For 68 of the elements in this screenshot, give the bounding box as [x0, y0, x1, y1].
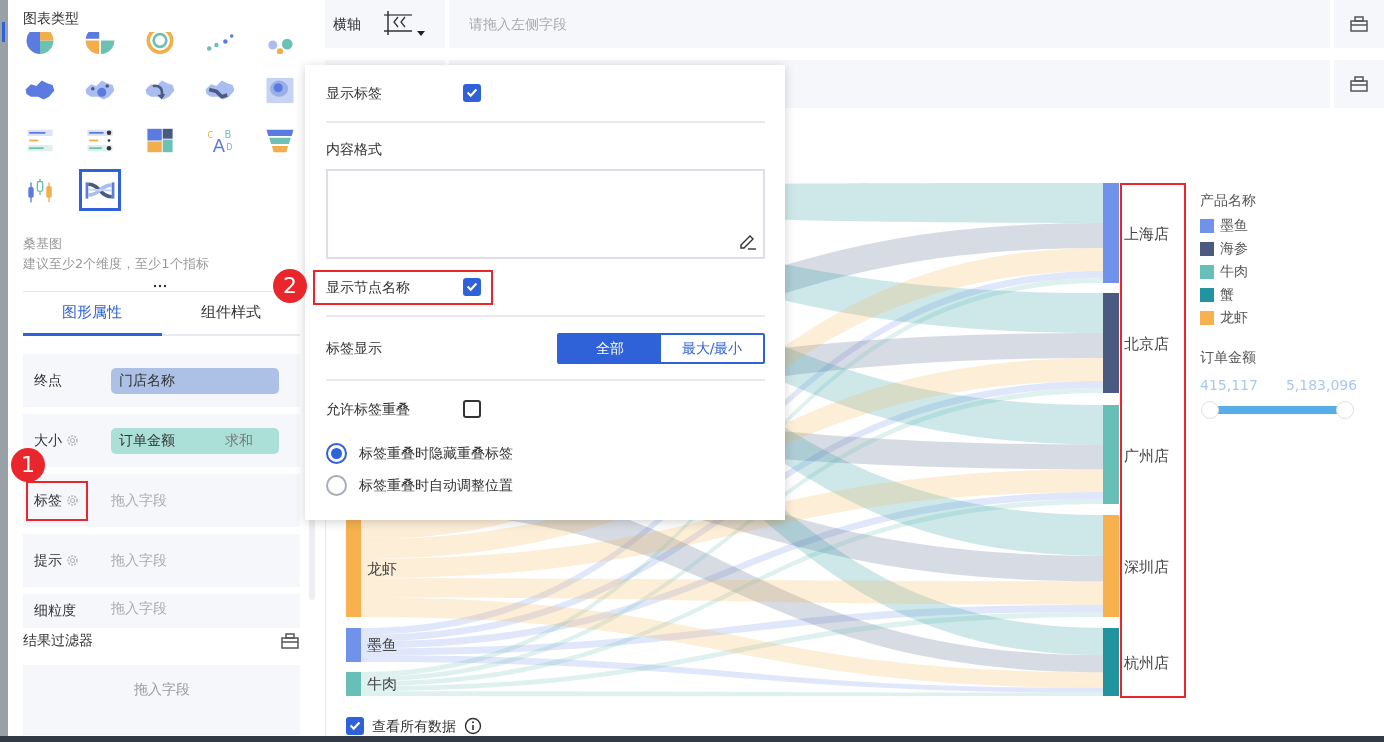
annotation-badge: 2 — [273, 268, 307, 303]
checkbox-label: 查看所有数据 — [372, 716, 456, 736]
legend-label[interactable]: 蟹 — [1220, 284, 1234, 305]
section-title: 图表类型 — [23, 9, 80, 28]
legend-label[interactable]: 龙虾 — [1220, 307, 1248, 328]
aggregation-label: 求和 — [225, 431, 253, 450]
node-label: 上海店 — [1124, 225, 1169, 243]
field-label: 标签 — [34, 491, 62, 510]
drop-placeholder: 拖入字段 — [111, 599, 167, 618]
toolbox-icon[interactable] — [280, 630, 300, 651]
chart-name: 桑基图 — [23, 235, 63, 253]
option-label: 显示节点名称 — [326, 277, 411, 297]
node-label: 广州店 — [1124, 446, 1169, 465]
drop-placeholder: 拖入字段 — [111, 551, 167, 570]
node-label: 牛肉 — [367, 675, 397, 693]
tab[interactable]: 图形属性 — [23, 292, 162, 336]
radio-label: 标签重叠时自动调整位置 — [359, 475, 513, 495]
toolbox-icon[interactable] — [1349, 14, 1369, 34]
checkbox[interactable] — [463, 278, 481, 296]
option-label: 允许标签重叠 — [326, 399, 411, 419]
radio-button[interactable] — [326, 442, 347, 464]
field-label: 提示 — [34, 551, 62, 570]
option-label: 标签显示 — [326, 338, 382, 358]
drop-placeholder: 拖入字段 — [111, 491, 167, 510]
checkbox[interactable] — [463, 84, 481, 102]
axis-label: 横轴 — [333, 14, 361, 34]
checkbox[interactable] — [463, 400, 481, 418]
field-row[interactable]: 终点 门店名称 — [23, 354, 300, 407]
node-label: 深圳店 — [1124, 558, 1169, 576]
radio-button[interactable] — [326, 474, 347, 496]
field-label: 细粒度 — [34, 600, 76, 620]
legend-label[interactable]: 海参 — [1220, 238, 1248, 259]
active-indicator — [2, 22, 5, 42]
field-row[interactable]: 细粒度 拖入字段 — [23, 594, 300, 628]
slider-handle[interactable] — [1336, 401, 1354, 419]
field-pill[interactable]: 门店名称 — [111, 367, 279, 394]
checkbox[interactable] — [346, 717, 364, 735]
field-pill[interactable]: 订单金额 求和 — [111, 427, 279, 454]
section-title: 结果过滤器 — [23, 631, 93, 650]
toolbox-icon[interactable] — [1349, 74, 1369, 94]
legend-label[interactable]: 牛肉 — [1220, 261, 1248, 282]
range-max-value: 5,183,096 — [1285, 376, 1358, 395]
legend-title: 订单金额 — [1200, 348, 1257, 367]
node-label: 北京店 — [1124, 335, 1169, 353]
checkmark-icon — [466, 282, 478, 292]
checkmark-icon — [349, 721, 361, 731]
node-label: 墨鱼 — [367, 636, 397, 654]
range-slider[interactable] — [1201, 400, 1354, 420]
annotation-badge: 1 — [11, 447, 45, 482]
slider-handle[interactable] — [1201, 401, 1219, 419]
radio-label: 标签重叠时隐藏重叠标签 — [359, 443, 513, 463]
chart-type-button[interactable] — [79, 169, 121, 211]
field-row[interactable]: 提示 拖入字段 — [23, 534, 300, 587]
node-label: 龙虾 — [367, 559, 397, 578]
chart-hint: 建议至少2个维度，至少1个指标 — [23, 255, 210, 273]
option-label: 显示标签 — [326, 83, 383, 103]
drag-handle-icon[interactable] — [153, 284, 167, 288]
legend-title: 产品名称 — [1200, 191, 1257, 210]
node-label: 杭州店 — [1124, 654, 1169, 672]
checkmark-icon — [466, 88, 478, 98]
option-label: 内容格式 — [326, 140, 383, 159]
field-label: 大小 — [34, 431, 62, 450]
info-icon[interactable] — [464, 717, 482, 735]
field-name: 订单金额 — [119, 431, 175, 450]
field-label: 终点 — [34, 371, 62, 390]
range-min-value: 415,117 — [1200, 376, 1258, 395]
segment-option[interactable]: 全部 — [559, 334, 661, 362]
legend-label[interactable]: 墨鱼 — [1220, 215, 1248, 236]
